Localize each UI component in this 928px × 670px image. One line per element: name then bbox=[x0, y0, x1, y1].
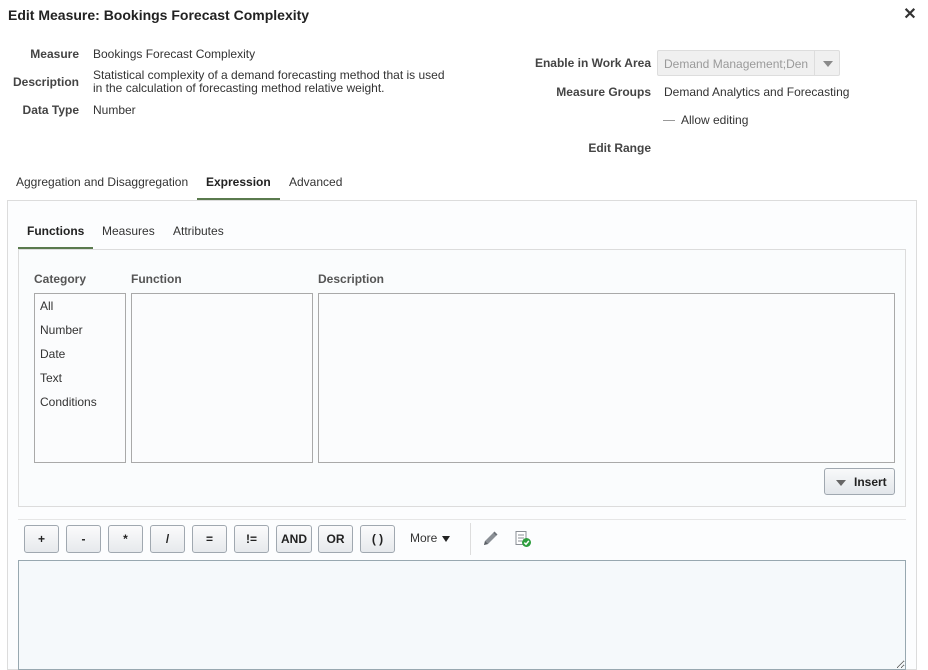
description-box bbox=[318, 293, 895, 463]
allow-editing-label: Allow editing bbox=[681, 113, 749, 127]
insert-button-label: Insert bbox=[854, 475, 887, 489]
chevron-down-icon bbox=[823, 61, 833, 67]
close-icon[interactable]: ✕ bbox=[900, 4, 920, 26]
expression-editor[interactable] bbox=[18, 560, 906, 670]
plus-button[interactable]: + bbox=[24, 525, 59, 553]
work-area-select[interactable]: Demand Management;Den bbox=[657, 50, 840, 76]
measure-groups-value: Demand Analytics and Forecasting bbox=[664, 85, 850, 99]
work-area-value: Demand Management;Den bbox=[664, 57, 809, 71]
subtab-measures[interactable]: Measures bbox=[102, 224, 155, 238]
parentheses-button[interactable]: ( ) bbox=[360, 525, 395, 553]
edit-range-label: Edit Range bbox=[588, 141, 651, 155]
not-equals-button[interactable]: != bbox=[234, 525, 269, 553]
equals-button[interactable]: = bbox=[192, 525, 227, 553]
work-area-label: Enable in Work Area bbox=[534, 56, 651, 70]
subtab-functions[interactable]: Functions bbox=[27, 224, 84, 238]
more-button[interactable]: More bbox=[410, 531, 451, 545]
and-button[interactable]: AND bbox=[276, 525, 312, 553]
tab-aggregation-and-disaggregation[interactable]: Aggregation and Disaggregation bbox=[16, 175, 188, 189]
category-list[interactable]: All Number Date Text Conditions bbox=[34, 293, 126, 463]
toolbar-separator bbox=[470, 523, 471, 555]
category-header: Category bbox=[34, 272, 87, 286]
tab-expression[interactable]: Expression bbox=[206, 175, 271, 189]
work-area-dropdown-button[interactable] bbox=[814, 51, 840, 75]
more-button-label: More bbox=[410, 531, 438, 545]
category-item-text[interactable]: Text bbox=[40, 371, 62, 385]
category-item-all[interactable]: All bbox=[40, 299, 53, 313]
function-list[interactable] bbox=[131, 293, 313, 463]
description-line-2: in the calculation of forecasting method… bbox=[93, 81, 385, 95]
divide-button[interactable]: / bbox=[150, 525, 185, 553]
description-value: Statistical complexity of a demand forec… bbox=[93, 69, 473, 95]
dialog-title: Edit Measure: Bookings Forecast Complexi… bbox=[8, 7, 310, 23]
function-header: Function bbox=[131, 272, 182, 286]
category-item-conditions[interactable]: Conditions bbox=[40, 395, 97, 409]
validate-document-icon[interactable] bbox=[514, 530, 532, 548]
insert-button[interactable]: Insert bbox=[824, 468, 895, 495]
measure-value: Bookings Forecast Complexity bbox=[93, 47, 256, 61]
measure-label: Measure bbox=[30, 47, 79, 61]
data-type-label: Data Type bbox=[22, 103, 79, 117]
allow-editing-dash-icon bbox=[663, 113, 675, 121]
tab-advanced[interactable]: Advanced bbox=[289, 175, 342, 189]
data-type-value: Number bbox=[93, 103, 136, 117]
caret-down-icon bbox=[442, 535, 451, 542]
chevron-down-icon bbox=[836, 480, 846, 486]
or-button[interactable]: OR bbox=[318, 525, 353, 553]
category-item-number[interactable]: Number bbox=[40, 323, 83, 337]
description-header: Description bbox=[318, 272, 385, 286]
multiply-button[interactable]: * bbox=[108, 525, 143, 553]
pencil-icon[interactable] bbox=[481, 530, 499, 548]
subtab-attributes[interactable]: Attributes bbox=[173, 224, 224, 238]
category-item-date[interactable]: Date bbox=[40, 347, 65, 361]
description-label: Description bbox=[12, 75, 79, 89]
minus-button[interactable]: - bbox=[66, 525, 101, 553]
toolbar-divider bbox=[18, 519, 906, 520]
measure-groups-label: Measure Groups bbox=[556, 85, 651, 99]
